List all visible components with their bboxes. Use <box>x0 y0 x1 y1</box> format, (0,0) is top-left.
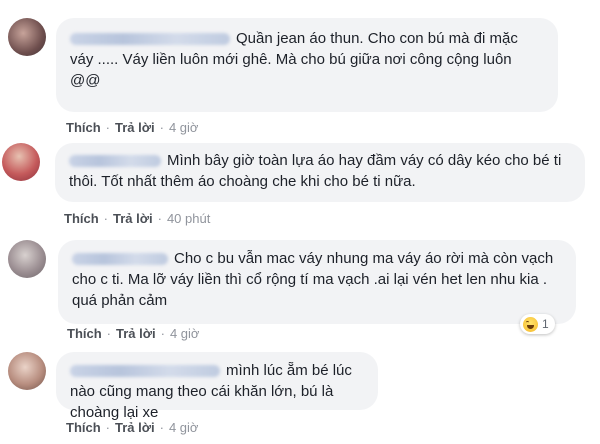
like-link[interactable]: Thích <box>64 211 99 226</box>
comment-bubble: Quần jean áo thun. Cho con bú mà đi mặc … <box>56 18 558 112</box>
comment-actions: Thích · Trả lời · 4 giờ <box>67 326 200 341</box>
comment-text: Cho c bu vẫn mac váy nhung ma váy áo rời… <box>72 250 554 309</box>
comment-actions: Thích · Trả lời · 4 giờ <box>66 120 199 135</box>
comment-bubble: Mình bây giờ toàn lựa áo hay đầm váy có … <box>55 143 585 202</box>
comment-text: mình lúc ẵm bé lúc nào cũng mang theo cá… <box>70 362 352 421</box>
comment-actions: Thích · Trả lời · 40 phút <box>64 211 211 226</box>
reply-link[interactable]: Trả lời <box>113 211 153 226</box>
comment-timestamp[interactable]: 4 giờ <box>169 420 199 435</box>
reply-link[interactable]: Trả lời <box>115 420 155 435</box>
reply-link[interactable]: Trả lời <box>115 120 155 135</box>
like-link[interactable]: Thích <box>66 420 101 435</box>
reaction-summary[interactable]: 1 <box>520 314 555 334</box>
comment-timestamp[interactable]: 40 phút <box>167 211 210 226</box>
comment-1: Quần jean áo thun. Cho con bú mà đi mặc … <box>0 0 600 144</box>
commenter-name[interactable] <box>70 33 230 46</box>
comment-text: Quần jean áo thun. Cho con bú mà đi mặc … <box>70 30 518 89</box>
comment-bubble: mình lúc ẵm bé lúc nào cũng mang theo cá… <box>56 352 378 421</box>
comment-actions: Thích · Trả lời · 4 giờ <box>66 420 199 435</box>
haha-reaction-icon <box>523 316 538 332</box>
comment-bubble: Cho c bu vẫn mac váy nhung ma váy áo rời… <box>58 240 576 324</box>
avatar[interactable] <box>8 240 46 278</box>
avatar[interactable] <box>8 352 46 390</box>
commenter-name[interactable] <box>70 365 220 378</box>
avatar[interactable] <box>2 143 40 181</box>
like-link[interactable]: Thích <box>67 326 102 341</box>
commenter-name[interactable] <box>69 155 161 168</box>
commenter-name[interactable] <box>72 253 168 266</box>
comment-timestamp[interactable]: 4 giờ <box>169 120 199 135</box>
comment-timestamp[interactable]: 4 giờ <box>170 326 200 341</box>
comment-text: Mình bây giờ toàn lựa áo hay đầm váy có … <box>69 152 562 190</box>
like-link[interactable]: Thích <box>66 120 101 135</box>
reply-link[interactable]: Trả lời <box>116 326 156 341</box>
reaction-count: 1 <box>542 317 549 331</box>
avatar[interactable] <box>8 18 46 56</box>
